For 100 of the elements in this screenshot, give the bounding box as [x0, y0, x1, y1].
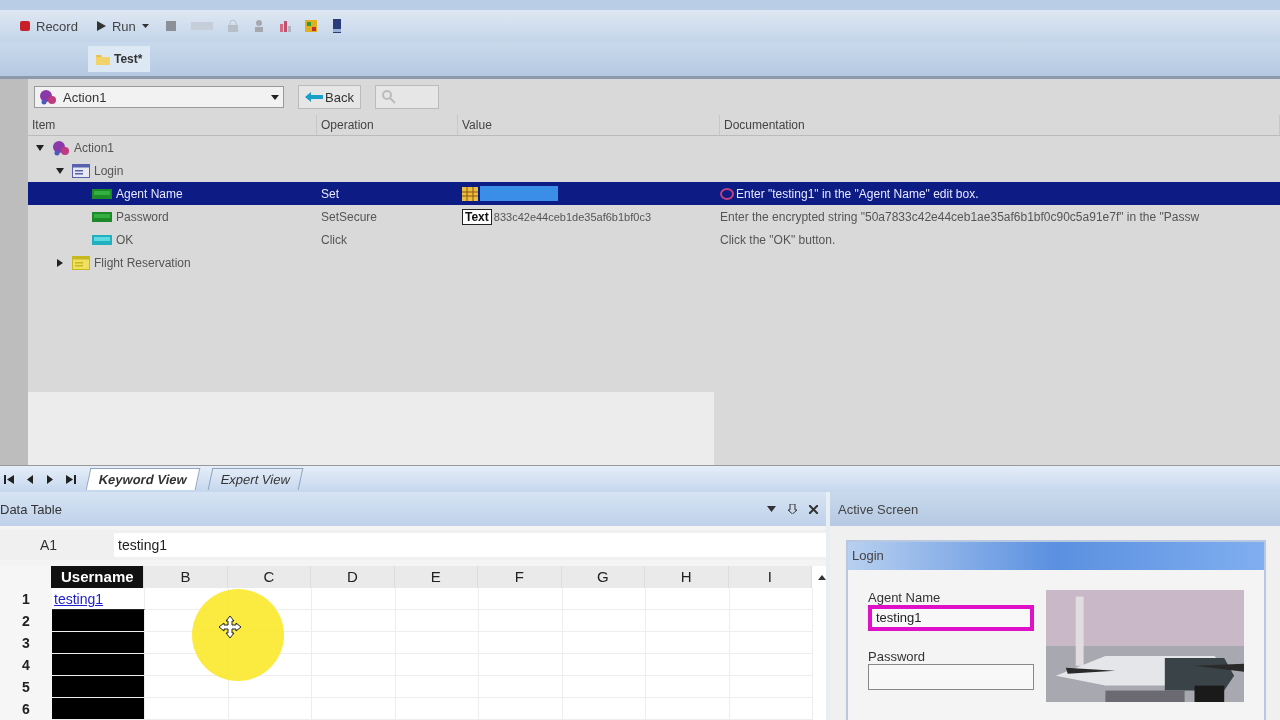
- column-header[interactable]: E: [394, 566, 479, 588]
- edit-box-icon: [92, 211, 112, 222]
- documentation-text: Enter "testing1" in the "Agent Name" edit box.: [736, 186, 979, 201]
- expanded-arrow-icon[interactable]: [56, 166, 64, 175]
- operation-text: SetSecure: [321, 209, 378, 224]
- column-header[interactable]: Value: [458, 115, 720, 135]
- row-number: 2: [0, 610, 52, 632]
- operation-text: Set: [321, 186, 339, 201]
- column-header[interactable]: Operation: [317, 115, 458, 135]
- documentation-text: Enter the encrypted string "50a7833c42e44ceb1ae35af6b1bf0c90c5a91e7f" in the "Passw: [720, 209, 1200, 224]
- table-cell[interactable]: testing1: [52, 588, 145, 610]
- caret-icon: [141, 24, 149, 28]
- close-icon: [809, 504, 818, 514]
- field-label: Agent Name: [868, 590, 942, 605]
- item-name: OK: [116, 232, 134, 247]
- action-icon: [52, 139, 70, 156]
- panel-title: Active Screen: [838, 501, 919, 517]
- folder-icon: [96, 53, 110, 65]
- document-tab[interactable]: Test*: [88, 46, 151, 72]
- row-number: 4: [0, 654, 52, 676]
- table-cell[interactable]: [52, 676, 145, 698]
- parameter-icon: [720, 187, 734, 200]
- column-header[interactable]: G: [561, 566, 646, 588]
- item-name: Action1: [74, 140, 115, 155]
- item-name: Login: [94, 163, 124, 178]
- table-cell[interactable]: [646, 588, 730, 610]
- column-header[interactable]: Item: [28, 115, 317, 135]
- value-type-tag: Text: [462, 208, 492, 225]
- column-header[interactable]: C: [227, 566, 312, 588]
- table-cell[interactable]: [52, 698, 145, 720]
- next-icon: [46, 474, 54, 484]
- cell-reference: A1: [39, 537, 59, 553]
- column-header[interactable]: B: [144, 566, 228, 588]
- column-header[interactable]: H: [645, 566, 729, 588]
- operation-text: Click: [321, 232, 347, 247]
- back-arrow-icon: [305, 92, 323, 102]
- action-dropdown[interactable]: Action1: [34, 86, 284, 108]
- column-header[interactable]: F: [478, 566, 562, 588]
- stop-icon: [163, 19, 178, 33]
- caret-icon: [271, 94, 279, 100]
- move-cursor-icon: [218, 615, 242, 639]
- row-number: 3: [0, 632, 52, 654]
- grid-icon: [303, 19, 318, 33]
- window-title: Login: [848, 542, 1264, 570]
- table-cell[interactable]: [52, 654, 145, 676]
- first-icon: [4, 474, 14, 484]
- panel-title: Data Table: [0, 501, 63, 517]
- pin-icon: [788, 504, 797, 514]
- table-cell[interactable]: [395, 588, 479, 610]
- window-icon: [72, 255, 90, 270]
- search-icon: [381, 90, 396, 104]
- field-label: Password: [868, 649, 927, 664]
- previous-icon: [26, 474, 34, 484]
- step-row[interactable]: Action1: [28, 136, 1280, 159]
- last-icon: [66, 474, 76, 484]
- step-row[interactable]: OK Click Click the "OK" button.: [28, 228, 1280, 251]
- expanded-arrow-icon[interactable]: [36, 143, 44, 152]
- item-name: Flight Reservation: [94, 255, 191, 270]
- scroll-up-icon: [817, 574, 826, 580]
- column-header[interactable]: D: [311, 566, 395, 588]
- input-field[interactable]: testing1: [868, 605, 1034, 631]
- window-icon: [72, 163, 90, 178]
- formula-field[interactable]: testing1: [114, 533, 826, 557]
- row-number: 1: [0, 588, 52, 610]
- button-icon: [92, 234, 112, 245]
- step-row[interactable]: Login: [28, 159, 1280, 182]
- collapsed-arrow-icon[interactable]: [56, 258, 64, 267]
- table-cell[interactable]: [145, 698, 229, 720]
- table-cell[interactable]: [729, 588, 813, 610]
- record-icon: [20, 21, 30, 31]
- column-header[interactable]: Documentation: [720, 115, 1280, 135]
- chart-icon: [277, 19, 292, 33]
- step-row[interactable]: Flight Reservation: [28, 251, 1280, 274]
- edit-box-icon: [92, 188, 112, 199]
- run-button[interactable]: Run: [89, 16, 155, 36]
- table-cell[interactable]: [312, 588, 396, 610]
- play-icon: [95, 21, 106, 31]
- item-name: Agent Name: [116, 186, 183, 201]
- value-field[interactable]: [480, 186, 558, 201]
- column-header[interactable]: Username: [51, 566, 145, 588]
- row-number: 6: [0, 698, 52, 720]
- action-icon: [39, 89, 57, 105]
- table-cell[interactable]: [479, 588, 563, 610]
- column-header[interactable]: I: [728, 566, 812, 588]
- table-cell[interactable]: [562, 588, 646, 610]
- back-button[interactable]: Back: [298, 85, 361, 109]
- table-cell[interactable]: [52, 632, 145, 654]
- row-number: 5: [0, 676, 52, 698]
- input-field[interactable]: [868, 664, 1034, 690]
- view-tab[interactable]: Keyword View: [85, 468, 201, 490]
- lock-icon: [225, 19, 240, 33]
- step-row[interactable]: Password SetSecure Text 833c42e44ceb1de35af6b1bf0c3 Enter the encrypted string "50a7833c42e44ceb1ae35af6b1bf0c90c5a91e7f" in the "Passw: [28, 205, 1280, 228]
- documentation-text: Click the "OK" button.: [720, 232, 836, 247]
- step-row[interactable]: Agent Name Set Enter "testing1" in the "Agent Name" edit box.: [28, 182, 1280, 205]
- value-text: 833c42e44ceb1de35af6b1bf0c3: [493, 210, 651, 223]
- dropdown-icon: [767, 506, 776, 512]
- table-icon: [462, 186, 478, 201]
- table-cell[interactable]: [52, 610, 145, 632]
- record-button[interactable]: Record: [14, 16, 84, 36]
- item-name: Password: [116, 209, 169, 224]
